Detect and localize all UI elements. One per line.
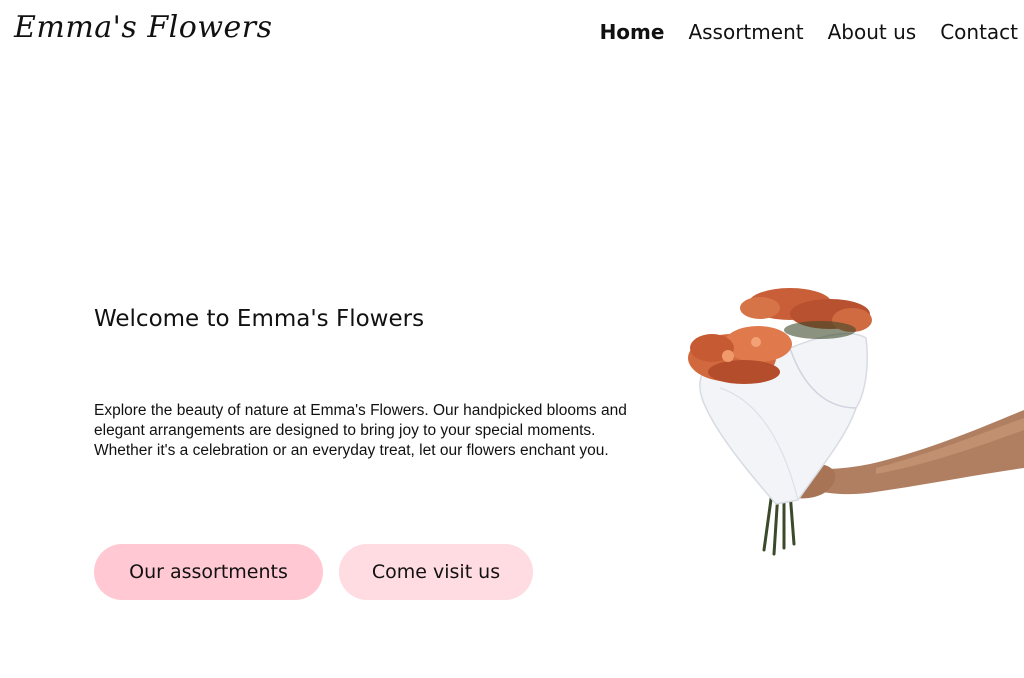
bouquet-in-hand-image: [688, 288, 1024, 556]
our-assortments-button[interactable]: Our assortments: [94, 544, 323, 600]
page: Emma's Flowers Home Assortment About us …: [0, 0, 1024, 678]
nav-contact-link[interactable]: Contact: [940, 19, 1018, 45]
front-flowers: [688, 326, 792, 384]
main-nav: Home Assortment About us Contact: [600, 19, 1018, 45]
nav-assortment-link[interactable]: Assortment: [688, 19, 803, 45]
hero-description: Explore the beauty of nature at Emma's F…: [94, 402, 627, 459]
logo[interactable]: Emma's Flowers: [14, 10, 273, 45]
hero-title: Welcome to Emma's Flowers: [94, 306, 425, 332]
nav-about-link[interactable]: About us: [828, 19, 917, 45]
nav-home-link[interactable]: Home: [600, 19, 665, 45]
come-visit-us-button[interactable]: Come visit us: [339, 544, 533, 600]
